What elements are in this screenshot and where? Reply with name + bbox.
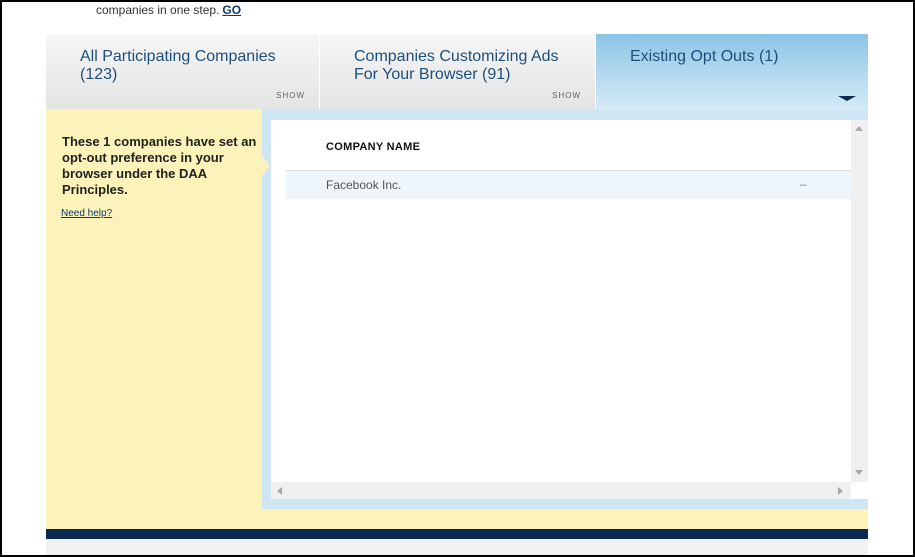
scroll-right-icon[interactable]	[838, 487, 843, 495]
sidebar-message: These 1 companies have set an opt-out pr…	[62, 134, 257, 197]
footer-area	[46, 539, 868, 555]
tab-show-link[interactable]: SHOW	[276, 91, 305, 100]
horizontal-scrollbar[interactable]	[271, 482, 851, 499]
scrollbar-corner	[851, 482, 868, 499]
tab-bar: All Participating Companies (123) SHOW C…	[46, 34, 868, 109]
tab-existing-opt-outs[interactable]: Existing Opt Outs (1)	[596, 34, 868, 109]
intro-label: companies in one step.	[96, 3, 220, 17]
column-header-company-name: COMPANY NAME	[326, 141, 421, 153]
table-row[interactable]: Facebook Inc. –	[286, 171, 851, 199]
footer-bar	[46, 529, 868, 539]
need-help-link[interactable]: Need help?	[61, 208, 112, 219]
scroll-left-icon[interactable]	[277, 487, 282, 495]
tab-title: Existing Opt Outs (1)	[630, 48, 779, 65]
tab-all-participating-companies[interactable]: All Participating Companies (123) SHOW	[46, 34, 320, 109]
tab-title: Companies Customizing Ads For Your Brows…	[354, 48, 559, 83]
vertical-scrollbar[interactable]	[851, 120, 868, 482]
company-name: Facebook Inc.	[326, 178, 402, 192]
go-link[interactable]: GO	[222, 3, 241, 17]
scroll-up-icon[interactable]	[855, 126, 863, 131]
active-tab-arrow-icon	[838, 96, 856, 101]
intro-text: companies in one step. GO	[96, 3, 241, 17]
opt-out-status: –	[800, 177, 807, 191]
panel-pointer	[262, 156, 270, 176]
tab-show-link[interactable]: SHOW	[552, 91, 581, 100]
scroll-down-icon[interactable]	[855, 470, 863, 475]
tab-companies-customizing-ads[interactable]: Companies Customizing Ads For Your Brows…	[320, 34, 596, 109]
tab-title: All Participating Companies (123)	[80, 48, 276, 83]
